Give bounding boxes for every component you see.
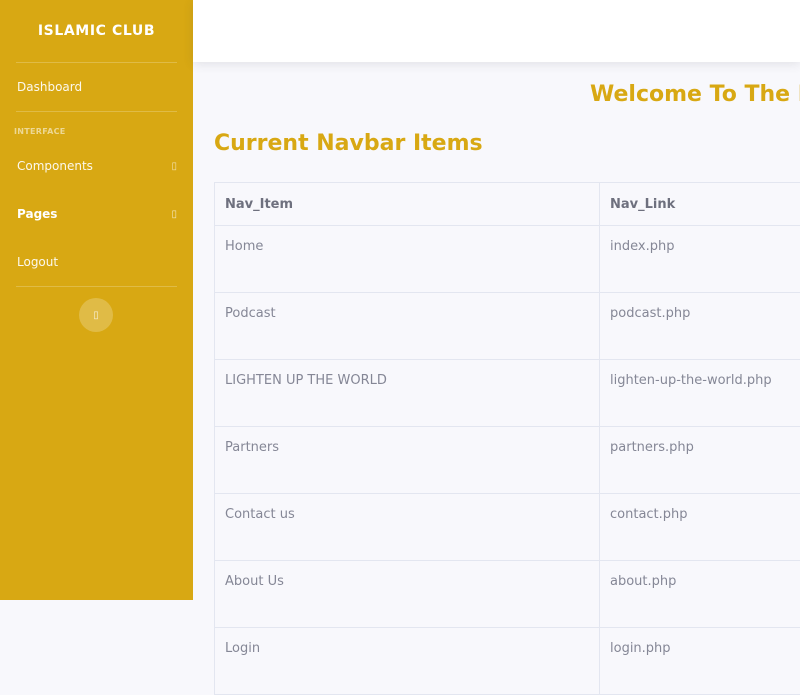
sidebar-item-logout[interactable]: Logout xyxy=(0,238,193,286)
chevron-right-icon: ▯ xyxy=(171,209,177,220)
nav-link-cell: partners.php xyxy=(600,427,800,494)
nav-item-cell: Login xyxy=(215,628,600,695)
nav-item-cell: Podcast xyxy=(215,293,600,360)
sidebar-divider xyxy=(16,286,177,287)
table-row: Partners partners.php xyxy=(215,427,800,494)
nav-item-cell: Contact us xyxy=(215,494,600,561)
table-row: Podcast podcast.php xyxy=(215,293,800,360)
sidebar-item-label: Pages xyxy=(17,207,57,221)
nav-link-cell: contact.php xyxy=(600,494,800,561)
sidebar-brand[interactable]: ISLAMIC CLUB xyxy=(0,0,193,62)
welcome-heading: Welcome To The D xyxy=(590,82,800,107)
nav-link-cell: podcast.php xyxy=(600,293,800,360)
nav-item-cell: Partners xyxy=(215,427,600,494)
table-row: Contact us contact.php xyxy=(215,494,800,561)
sidebar-item-label: Dashboard xyxy=(17,80,82,94)
sidebar-item-label: Logout xyxy=(17,255,58,269)
nav-item-cell: LIGHTEN UP THE WORLD xyxy=(215,360,600,427)
nav-item-cell: Home xyxy=(215,226,600,293)
sidebar-item-components[interactable]: Components ▯ xyxy=(0,142,193,190)
chevron-left-icon: ▯ xyxy=(93,310,99,321)
table-row: LIGHTEN UP THE WORLD lighten-up-the-worl… xyxy=(215,360,800,427)
chevron-right-icon: ▯ xyxy=(171,161,177,172)
sidebar-item-pages[interactable]: Pages ▯ xyxy=(0,190,193,238)
table-header-row: Nav_Item Nav_Link xyxy=(215,183,800,226)
page-title: Current Navbar Items xyxy=(214,131,483,156)
sidebar: ISLAMIC CLUB Dashboard INTERFACE Compone… xyxy=(0,0,193,600)
sidebar-item-dashboard[interactable]: Dashboard xyxy=(0,63,193,111)
topbar xyxy=(193,0,800,62)
nav-link-cell: index.php xyxy=(600,226,800,293)
table-row: About Us about.php xyxy=(215,561,800,628)
nav-link-cell: lighten-up-the-world.php xyxy=(600,360,800,427)
sidebar-heading: INTERFACE xyxy=(0,112,193,142)
nav-link-cell: about.php xyxy=(600,561,800,628)
nav-item-cell: About Us xyxy=(215,561,600,628)
column-header-nav-link: Nav_Link xyxy=(600,183,800,226)
table-row: Login login.php xyxy=(215,628,800,695)
nav-link-cell: login.php xyxy=(600,628,800,695)
sidebar-toggle-button[interactable]: ▯ xyxy=(79,298,113,332)
navbar-items-table: Nav_Item Nav_Link Home index.php Podcast… xyxy=(214,182,800,695)
table-row: Home index.php xyxy=(215,226,800,293)
sidebar-item-label: Components xyxy=(17,159,93,173)
column-header-nav-item: Nav_Item xyxy=(215,183,600,226)
navbar-items-table-container: Nav_Item Nav_Link Home index.php Podcast… xyxy=(214,182,800,695)
